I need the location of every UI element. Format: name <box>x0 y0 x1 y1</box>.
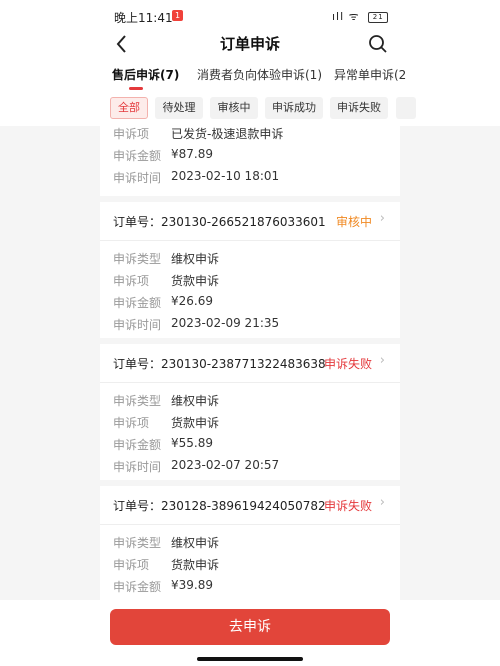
appeal-type-value: 维权申诉 <box>171 536 220 550</box>
appeal-item-value: 货款申诉 <box>171 416 220 430</box>
tab-abnormal-order[interactable]: 异常单申诉(2 <box>334 66 406 83</box>
appeal-amount-label: 申诉金额 <box>113 438 162 452</box>
search-icon[interactable] <box>367 33 389 55</box>
appeal-amount-label: 申诉金额 <box>113 296 162 310</box>
tab-negative-experience[interactable]: 消费者负向体验申诉(1) <box>197 66 322 83</box>
status-time: 晚上11:41 <box>114 11 173 25</box>
appeal-time-row: 申诉时间 2023-02-07 20:57 <box>100 455 400 477</box>
chevron-right-icon: › <box>379 211 385 226</box>
battery-icon: 21 <box>368 11 389 23</box>
appeal-card[interactable]: 申诉项 已发货-极速退款申诉 申诉金额 ¥87.89 申诉时间 2023-02-… <box>100 126 400 196</box>
home-indicator <box>197 657 303 661</box>
appeal-amount-label: 申诉金额 <box>113 149 162 163</box>
appeal-item-row: 申诉项 已发货-极速退款申诉 <box>100 126 400 144</box>
appeal-item-label: 申诉项 <box>113 558 150 572</box>
appeal-card[interactable]: 订单号：230130-238771322483638 申诉失败 › 申诉类型 维… <box>100 344 400 480</box>
filter-all[interactable]: 全部 <box>110 97 148 119</box>
appeal-type-value: 维权申诉 <box>171 394 220 408</box>
appeal-card[interactable]: 订单号：230128-389619424050782 申诉失败 › 申诉类型 维… <box>100 486 400 600</box>
filter-pending[interactable]: 待处理 <box>155 97 203 119</box>
appeal-amount-row: 申诉金额 ¥55.89 <box>100 433 400 455</box>
status-badge: 审核中 <box>335 215 372 229</box>
appeal-item-row: 申诉项 货款申诉 <box>100 553 400 575</box>
appeal-type-label: 申诉类型 <box>113 252 162 266</box>
appeal-item-row: 申诉项 货款申诉 <box>100 411 400 433</box>
status-indicators: ıll ᯤ 21 <box>332 9 389 24</box>
page-title: 订单申诉 <box>219 35 280 53</box>
filter-success[interactable]: 申诉成功 <box>265 97 323 119</box>
appeal-item-value: 货款申诉 <box>171 558 220 572</box>
appeal-type-label: 申诉类型 <box>113 394 162 408</box>
appeal-type-row: 申诉类型 维权申诉 <box>100 247 400 269</box>
appeal-time-label: 申诉时间 <box>113 460 162 474</box>
appeal-list: 申诉项 已发货-极速退款申诉 申诉金额 ¥87.89 申诉时间 2023-02-… <box>0 126 500 600</box>
chevron-right-icon: › <box>379 495 385 510</box>
appeal-amount-row: 申诉金额 ¥87.89 <box>100 144 400 166</box>
appeal-item-value: 货款申诉 <box>171 274 220 288</box>
card-header: 订单号：230128-389619424050782 申诉失败 › <box>100 486 400 525</box>
notification-badge: 1 <box>172 10 183 21</box>
appeal-time-row: 申诉时间 2023-02-10 18:01 <box>100 166 400 188</box>
appeal-time-row: 申诉时间 2023-02-09 21:35 <box>100 313 400 335</box>
appeal-time-value: 2023-02-10 18:01 <box>171 169 280 183</box>
order-number: 订单号：230128-389619424050782 <box>113 499 326 513</box>
nav-bar: 订单申诉 <box>0 32 500 58</box>
appeal-item-label: 申诉项 <box>113 274 150 288</box>
active-tab-indicator <box>129 87 143 90</box>
status-badge: 申诉失败 <box>323 357 372 371</box>
signal-wifi-icon: ıll ᯤ <box>332 10 360 23</box>
submit-appeal-button[interactable]: 去申诉 <box>110 609 390 645</box>
order-number: 订单号：230130-238771322483638 <box>113 357 326 371</box>
appeal-amount-value: ¥87.89 <box>171 147 213 161</box>
tab-after-sales[interactable]: 售后申诉(7) <box>112 66 179 83</box>
appeal-type-row: 申诉类型 维权申诉 <box>100 531 400 553</box>
card-header: 订单号：230130-238771322483638 申诉失败 › <box>100 344 400 383</box>
appeal-amount-value: ¥26.69 <box>171 294 213 308</box>
appeal-item-value: 已发货-极速退款申诉 <box>171 127 284 141</box>
appeal-type-value: 维权申诉 <box>171 252 220 266</box>
appeal-item-row: 申诉项 货款申诉 <box>100 269 400 291</box>
chevron-right-icon: › <box>379 353 385 368</box>
filter-bar: 全部 待处理 审核中 申诉成功 申诉失败 <box>0 92 500 126</box>
appeal-type-label: 申诉类型 <box>113 536 162 550</box>
appeal-item-label: 申诉项 <box>113 127 150 141</box>
appeal-item-label: 申诉项 <box>113 416 150 430</box>
status-bar: 晚上11:41 1 ıll ᯤ 21 <box>0 0 500 32</box>
status-badge: 申诉失败 <box>323 499 372 513</box>
appeal-time-label: 申诉时间 <box>113 318 162 332</box>
filter-reviewing[interactable]: 审核中 <box>210 97 258 119</box>
appeal-time-value: 2023-02-07 20:57 <box>171 458 280 472</box>
appeal-amount-row: 申诉金额 ¥26.69 <box>100 291 400 313</box>
appeal-amount-row: 申诉金额 ¥39.89 <box>100 575 400 597</box>
filter-failed[interactable]: 申诉失败 <box>330 97 388 119</box>
bottom-bar: 去申诉 <box>0 600 500 666</box>
appeal-amount-label: 申诉金额 <box>113 580 162 594</box>
appeal-time-value: 2023-02-09 21:35 <box>171 316 280 330</box>
filter-more[interactable] <box>396 97 416 119</box>
appeal-time-label: 申诉时间 <box>113 171 162 185</box>
card-header: 订单号：230130-266521876033601 审核中 › <box>100 202 400 241</box>
appeal-type-row: 申诉类型 维权申诉 <box>100 389 400 411</box>
appeal-card[interactable]: 订单号：230130-266521876033601 审核中 › 申诉类型 维权… <box>100 202 400 338</box>
order-number: 订单号：230130-266521876033601 <box>113 215 326 229</box>
tab-bar: 售后申诉(7) 消费者负向体验申诉(1) 异常单申诉(2 <box>0 58 500 92</box>
appeal-amount-value: ¥39.89 <box>171 578 213 592</box>
appeal-amount-value: ¥55.89 <box>171 436 213 450</box>
